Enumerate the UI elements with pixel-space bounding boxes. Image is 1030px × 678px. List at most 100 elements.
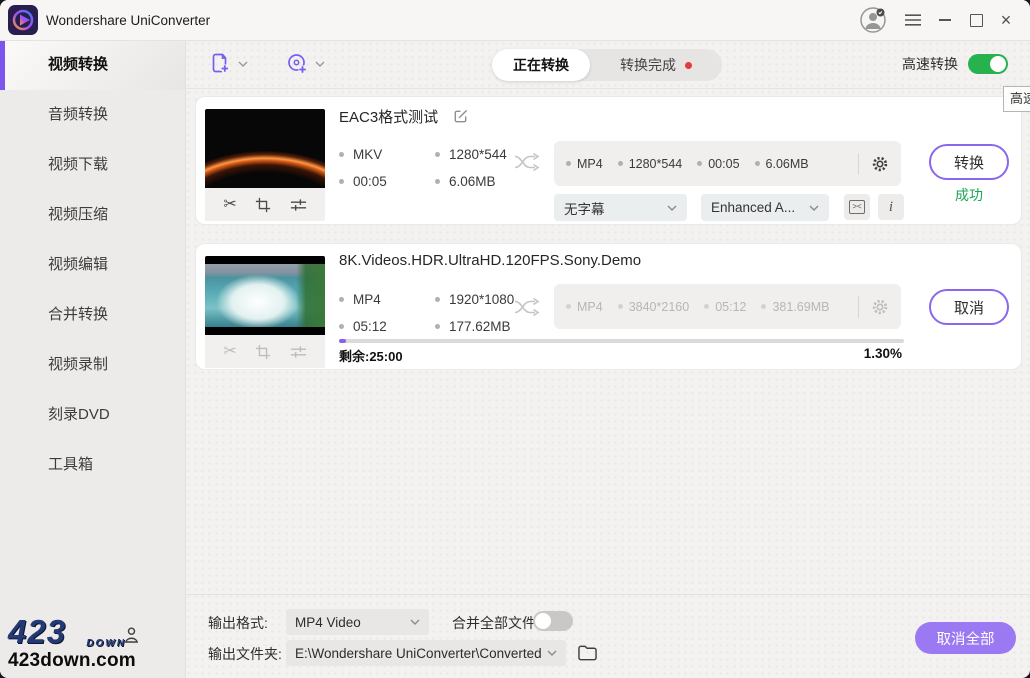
app-logo [8,5,38,35]
sidebar-item-label: 音频转换 [48,106,108,123]
status-success: 成功 [929,185,1009,205]
minimize-icon [939,19,951,21]
source-duration: 05:12 [353,319,387,334]
bullet-icon [339,152,344,157]
output-info-box: MP4 1280*544 00:05 6.06MB [554,141,901,186]
person-icon[interactable] [124,627,139,648]
sidebar-item-label: 视频压缩 [48,206,108,223]
subtitle-select-value: 无字幕 [564,198,605,218]
sidebar-item-toolbox[interactable]: 工具箱 [0,440,185,490]
add-file-button[interactable] [209,52,248,76]
maximize-button[interactable] [963,0,989,40]
footer-bar: 输出格式: MP4 Video 合并全部文件 输出文件夹: E:\Wonders… [185,594,1030,678]
fit-icon: >< [849,200,864,214]
sidebar-item-audio-converter[interactable]: 音频转换 [0,90,185,140]
bullet-icon [618,304,623,309]
output-format-label: 输出格式: [208,613,268,633]
bullet-icon [697,161,702,166]
tab-bar: 正在转换 转换完成 [492,49,722,81]
sidebar-item-label: 工具箱 [48,456,93,473]
bullet-icon [339,297,344,302]
toggle-knob [535,613,551,629]
effects-button [290,345,307,359]
sidebar-item-screen-recorder[interactable]: 视频录制 [0,340,185,390]
output-format: MP4 [577,157,603,171]
sidebar-item-label: 视频转换 [48,56,108,73]
bullet-icon [566,304,571,309]
divider [858,296,859,318]
convert-button[interactable]: 转换 [929,144,1009,180]
source-resolution: 1920*1080 [449,292,514,307]
tab-converting[interactable]: 正在转换 [492,49,590,81]
task-title: 8K.Videos.HDR.UltraHD.120FPS.Sony.Demo [339,252,641,269]
trim-button[interactable]: ✂ [223,197,236,213]
high-speed-label: 高速转换 [902,54,958,74]
sidebar-item-label: 刻录DVD [48,406,110,423]
sidebar-item-label: 视频录制 [48,356,108,373]
output-format-select[interactable]: MP4 Video [286,609,429,635]
source-size: 177.62MB [449,319,511,334]
source-info: MKV 1280*544 00:05 6.06MB [339,141,507,195]
bullet-icon [755,161,760,166]
bullet-icon [761,304,766,309]
info-button[interactable]: i [878,194,904,220]
crop-button[interactable] [255,197,271,213]
progress-bar [339,339,904,343]
merge-all-label: 合并全部文件 [452,613,536,633]
source-resolution: 1280*544 [449,147,507,162]
output-folder-select[interactable]: E:\Wondershare UniConverter\Converted [286,640,566,666]
shuffle-icon [514,151,540,173]
chevron-down-icon [315,61,325,67]
chevron-down-icon [809,205,819,211]
bullet-icon [704,304,709,309]
video-thumbnail: ✂ [205,109,325,221]
settings-button[interactable] [871,155,889,173]
output-resolution: 1280*544 [629,157,683,171]
thumbnail-image [205,109,325,188]
tab-finished[interactable]: 转换完成 [590,55,722,75]
sidebar-item-video-editor[interactable]: 视频编辑 [0,240,185,290]
bullet-icon [566,161,571,166]
output-size: 6.06MB [766,157,809,171]
merge-toggle[interactable] [533,611,573,631]
file-plus-icon [209,52,233,76]
sidebar-item-label: 视频下载 [48,156,108,173]
output-format-value: MP4 Video [295,615,361,630]
sidebar-item-dvd-burner[interactable]: 刻录DVD [0,390,185,440]
browse-folder-button[interactable] [578,645,597,661]
fit-button[interactable]: >< [844,194,870,220]
sidebar-item-merge-converter[interactable]: 合并转换 [0,290,185,340]
window-title: Wondershare UniConverter [46,13,210,28]
audio-enhance-select[interactable]: Enhanced A... [701,194,829,221]
toolbar: 正在转换 转换完成 高速转换 [185,40,1030,89]
account-avatar-icon[interactable] [858,0,888,40]
chevron-down-icon [410,619,420,625]
close-button[interactable]: × [993,0,1019,40]
bullet-icon [435,324,440,329]
watermark-down: DOWN [86,639,126,649]
thumbnail-image [205,256,325,335]
cancel-all-button[interactable]: 取消全部 [915,622,1016,654]
watermark-site: 423down.com [8,651,126,670]
minimize-button[interactable] [932,0,958,40]
close-icon: × [1001,11,1012,29]
sidebar-item-video-compressor[interactable]: 视频压缩 [0,190,185,240]
output-folder-label: 输出文件夹: [208,644,282,664]
add-dvd-button[interactable] [286,52,325,76]
main-content: 正在转换 转换完成 高速转换 高速 ✂ [185,40,1030,678]
output-duration: 05:12 [715,300,746,314]
cancel-button[interactable]: 取消 [929,289,1009,325]
sidebar-item-video-downloader[interactable]: 视频下载 [0,140,185,190]
effects-button[interactable] [290,198,307,212]
output-size: 381.69MB [772,300,829,314]
source-duration: 00:05 [353,174,387,189]
sidebar-item-label: 视频编辑 [48,256,108,273]
sidebar-item-video-converter[interactable]: 视频转换 [0,40,185,90]
maximize-icon [970,14,983,27]
crop-button [255,344,271,360]
menu-icon[interactable] [900,0,926,40]
tab-label: 正在转换 [513,55,569,75]
subtitle-select[interactable]: 无字幕 [554,194,687,221]
high-speed-toggle[interactable] [968,54,1008,74]
rename-button[interactable] [452,108,469,125]
